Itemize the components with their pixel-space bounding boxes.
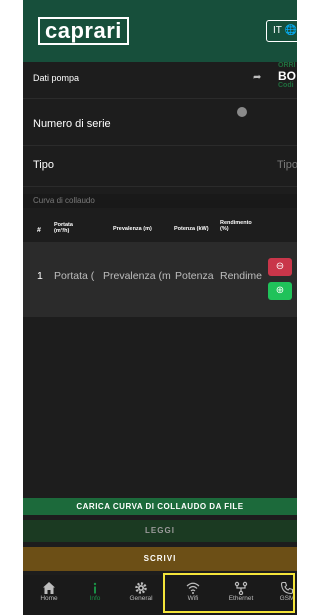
divider bbox=[23, 186, 297, 187]
divider bbox=[23, 98, 297, 99]
language-selector[interactable]: IT 🌐 bbox=[266, 20, 297, 42]
wifi-icon bbox=[186, 582, 200, 594]
pump-model-tag: ORRI BO Codi bbox=[278, 62, 297, 94]
serial-indicator-dot[interactable] bbox=[237, 107, 247, 117]
nav-ethernet[interactable]: Ethernet bbox=[219, 575, 263, 615]
nav-info-label: Info bbox=[89, 595, 101, 602]
pump-tag-line3: Codi bbox=[278, 82, 294, 89]
nav-home-label: Home bbox=[40, 595, 58, 602]
prevalenza-input[interactable]: Prevalenza (m bbox=[103, 270, 173, 282]
portata-input[interactable]: Portata ( bbox=[54, 270, 102, 282]
tipo-input[interactable]: Tipo bbox=[277, 159, 297, 171]
nav-gsm-label: GSM bbox=[279, 595, 295, 602]
potenza-input[interactable]: Potenza bbox=[175, 270, 217, 282]
col-header-potenza: Potenza (kW) bbox=[174, 226, 209, 232]
read-button[interactable]: LEGGI bbox=[23, 520, 297, 542]
nav-wifi[interactable]: Wifi bbox=[171, 575, 215, 615]
write-button[interactable]: SCRIVI bbox=[23, 547, 297, 571]
numero-di-serie-label: Numero di serie bbox=[33, 118, 111, 130]
phone-icon bbox=[280, 581, 294, 595]
nav-wifi-label: Wifi bbox=[187, 595, 199, 602]
nav-general[interactable]: General bbox=[119, 575, 163, 615]
globe-icon: 🌐 bbox=[284, 25, 297, 36]
gear-icon bbox=[135, 582, 147, 594]
language-label: IT bbox=[273, 25, 282, 36]
col-header-rendimento: Rendimento (%) bbox=[220, 220, 252, 232]
bottom-nav: Home Info General Wifi Ethernet GSM bbox=[23, 575, 297, 615]
home-icon bbox=[43, 582, 55, 594]
load-test-curve-button[interactable]: CARICA CURVA DI COLLAUDO DA FILE bbox=[23, 498, 297, 515]
divider bbox=[23, 145, 297, 146]
col-header-rendimento-line2: (%) bbox=[220, 226, 229, 232]
nav-home[interactable]: Home bbox=[27, 575, 71, 615]
col-header-prevalenza: Prevalenza (m) bbox=[113, 226, 152, 232]
col-header-portata-line2: (m³/h) bbox=[54, 228, 70, 234]
nav-ethernet-label: Ethernet bbox=[228, 595, 254, 602]
pump-tag-line2: BO bbox=[278, 69, 296, 83]
ethernet-icon bbox=[234, 581, 248, 595]
share-icon[interactable]: ➦ bbox=[253, 72, 261, 83]
row-index: 1 bbox=[37, 270, 43, 282]
add-row-button[interactable]: ⊕ bbox=[268, 282, 292, 300]
curva-collaudo-label: Curva di collaudo bbox=[33, 196, 95, 205]
info-icon bbox=[93, 582, 97, 594]
caprari-logo: caprari bbox=[38, 17, 129, 45]
top-bar: caprari bbox=[23, 0, 297, 62]
col-header-index: # bbox=[37, 227, 41, 234]
nav-gsm[interactable]: GSM bbox=[267, 575, 297, 615]
app-screen: caprari IT 🌐 Dati pompa ➦ ORRI BO Codi Nu… bbox=[23, 0, 297, 615]
nav-general-label: General bbox=[129, 595, 153, 602]
rendimento-input[interactable]: Rendime bbox=[220, 270, 264, 282]
curva-collaudo-bar: Curva di collaudo bbox=[23, 194, 297, 208]
nav-info[interactable]: Info bbox=[73, 575, 117, 615]
dati-pompa-label: Dati pompa bbox=[33, 73, 80, 83]
tipo-label: Tipo bbox=[33, 159, 54, 171]
remove-row-button[interactable]: ⊖ bbox=[268, 258, 292, 276]
col-header-portata: Portata (m³/h) bbox=[54, 222, 73, 234]
